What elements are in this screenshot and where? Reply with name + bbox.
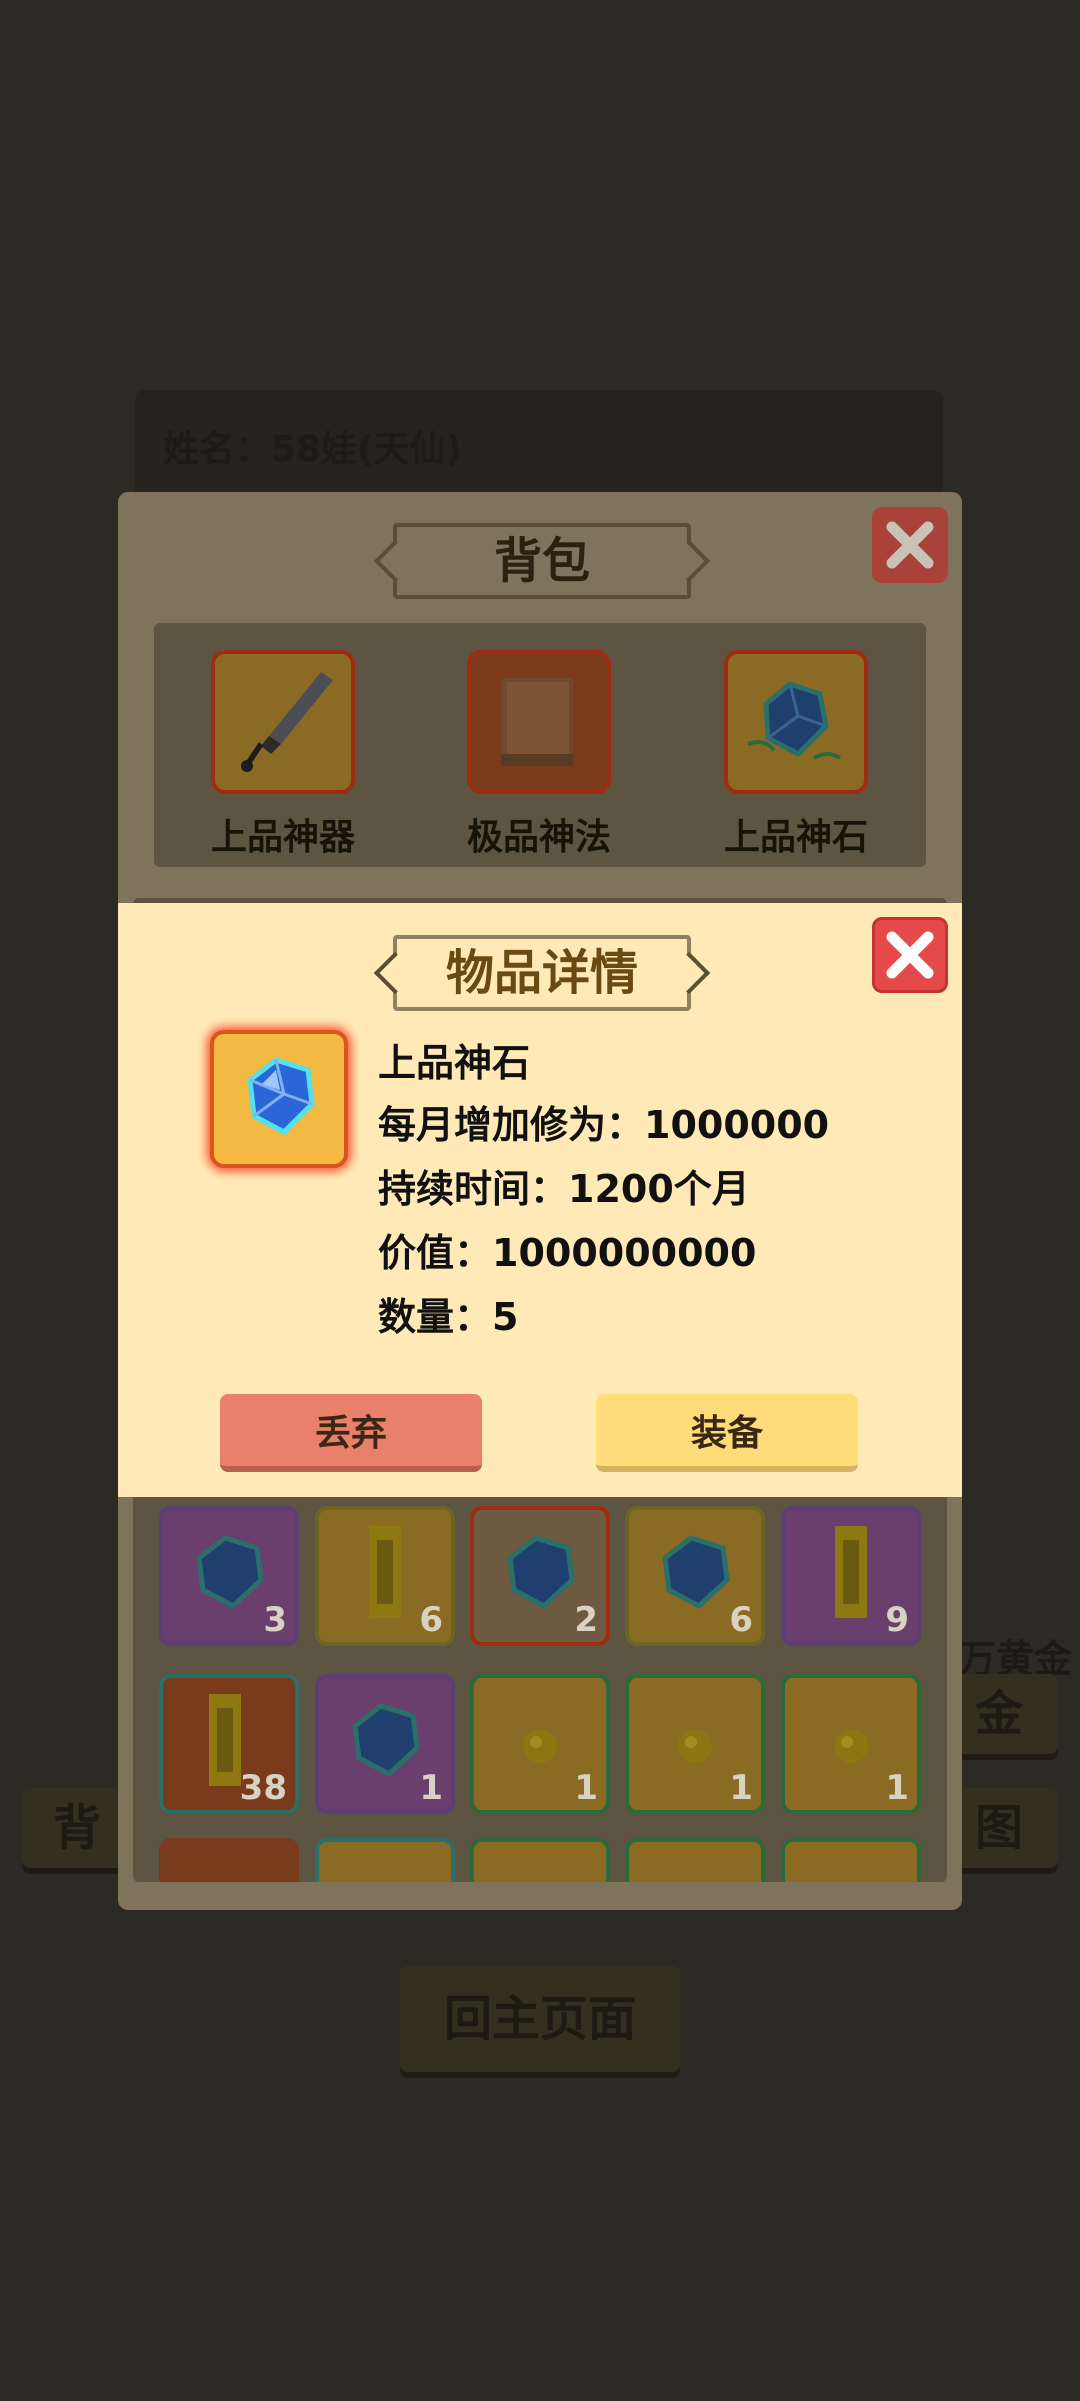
discard-button-label: 丢弃 (314, 1413, 387, 1454)
item-detail-icon (210, 1030, 348, 1168)
item-cultivation: 每月增加修为：1000000 (378, 1103, 830, 1147)
crystal-icon (747, 681, 842, 760)
item-count: 1 (729, 1768, 753, 1808)
grid-item[interactable]: 1 (625, 1674, 765, 1814)
item-count: 1 (574, 1768, 598, 1808)
item-count: 38 (239, 1768, 287, 1808)
item-count: 3 (263, 1600, 287, 1640)
grid-item[interactable]: 9 (781, 1506, 921, 1646)
grid-item[interactable] (781, 1838, 921, 1882)
item-count: 6 (419, 1600, 443, 1640)
tab-weapons-label: 上品神器 (210, 817, 355, 858)
home-button[interactable]: 回主页面 (400, 1966, 680, 2072)
grid-item[interactable]: 38 (159, 1674, 299, 1814)
grid-item[interactable]: 1 (315, 1674, 455, 1814)
bag-button[interactable]: 背 (22, 1788, 132, 1868)
item-count: 1 (419, 1768, 443, 1808)
close-icon (886, 521, 934, 569)
item-count: 6 (729, 1600, 753, 1640)
grid-item[interactable]: 1 (470, 1674, 610, 1814)
grid-item[interactable] (159, 1838, 299, 1882)
bag-close-button[interactable] (872, 507, 948, 583)
player-name: 姓名：58娃(天仙) (163, 429, 463, 470)
detail-title: 物品详情 (393, 935, 691, 1011)
close-icon (886, 931, 934, 979)
gold-button-label: 金 (974, 1686, 1023, 1742)
equip-button[interactable]: 装备 (596, 1394, 858, 1472)
tab-techniques[interactable] (467, 650, 611, 794)
bag-button-label: 背 (52, 1800, 101, 1856)
grid-item[interactable]: 6 (315, 1506, 455, 1646)
item-quantity: 数量：5 (378, 1295, 519, 1339)
item-value: 价值：1000000000 (378, 1231, 757, 1275)
tab-stones-label: 上品神石 (723, 817, 868, 858)
grid-item[interactable]: 1 (781, 1674, 921, 1814)
grid-item[interactable] (470, 1838, 610, 1882)
bag-title: 背包 (393, 523, 691, 599)
tab-weapons[interactable] (211, 650, 355, 794)
map-button-label: 图 (974, 1800, 1023, 1856)
item-count: 2 (574, 1600, 598, 1640)
tab-techniques-label: 极品神法 (466, 817, 611, 858)
detail-close-button[interactable] (872, 917, 948, 993)
blue-crystal-icon (247, 1057, 315, 1136)
item-count: 9 (885, 1600, 909, 1640)
book-icon (501, 678, 573, 766)
discard-button[interactable]: 丢弃 (220, 1394, 482, 1472)
item-name: 上品神石 (378, 1041, 531, 1085)
grid-item[interactable]: 6 (625, 1506, 765, 1646)
home-button-label: 回主页面 (443, 1991, 636, 2047)
grid-item[interactable]: 3 (159, 1506, 299, 1646)
item-count: 1 (885, 1768, 909, 1808)
sword-icon (241, 672, 333, 772)
equip-button-label: 装备 (690, 1413, 763, 1454)
tab-stones[interactable] (724, 650, 868, 794)
grid-item[interactable] (315, 1838, 455, 1882)
grid-item[interactable] (625, 1838, 765, 1882)
item-duration: 持续时间：1200个月 (378, 1167, 750, 1211)
grid-item[interactable]: 2 (470, 1506, 610, 1646)
